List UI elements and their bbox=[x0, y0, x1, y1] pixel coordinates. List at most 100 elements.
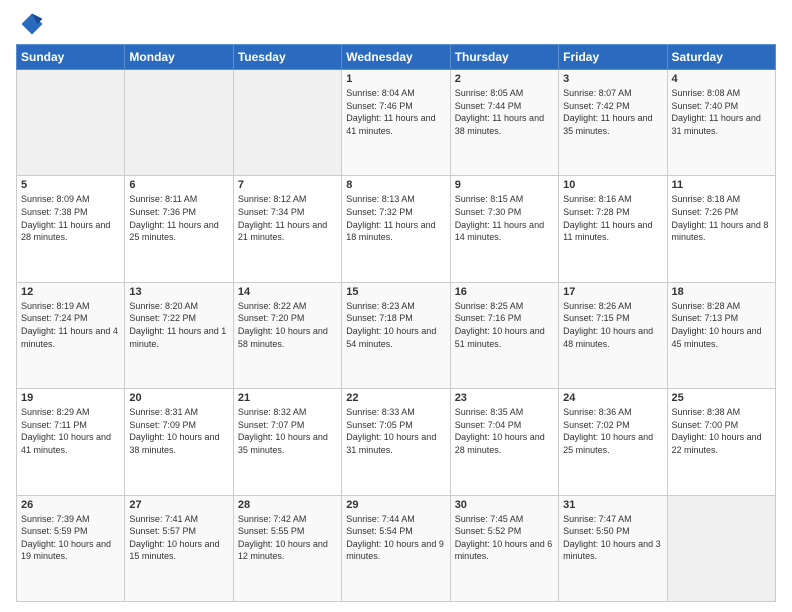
day-header-thursday: Thursday bbox=[450, 45, 558, 70]
day-number: 25 bbox=[672, 392, 771, 404]
day-number: 5 bbox=[21, 179, 120, 191]
cell-info: Sunrise: 7:42 AMSunset: 5:55 PMDaylight:… bbox=[238, 514, 328, 562]
calendar-cell: 14Sunrise: 8:22 AMSunset: 7:20 PMDayligh… bbox=[233, 282, 341, 388]
logo bbox=[16, 10, 48, 38]
calendar-cell: 3 Sunrise: 8:07 AMSunset: 7:42 PMDaylight… bbox=[559, 70, 667, 176]
day-number: 22 bbox=[346, 392, 445, 404]
calendar-cell: 9 Sunrise: 8:15 AMSunset: 7:30 PMDaylight… bbox=[450, 176, 558, 282]
cell-info: Sunrise: 8:19 AMSunset: 7:24 PMDaylight:… bbox=[21, 301, 118, 349]
day-header-sunday: Sunday bbox=[17, 45, 125, 70]
cell-info: Sunrise: 7:44 AMSunset: 5:54 PMDaylight:… bbox=[346, 514, 444, 562]
day-number: 27 bbox=[129, 499, 228, 511]
calendar-cell: 16 Sunrise: 8:25 AMSunset: 7:16 PMDayligh… bbox=[450, 282, 558, 388]
logo-icon bbox=[18, 10, 46, 38]
calendar-cell: 6 Sunrise: 8:11 AMSunset: 7:36 PMDaylight… bbox=[125, 176, 233, 282]
calendar-cell: 10 Sunrise: 8:16 AMSunset: 7:28 PMDayligh… bbox=[559, 176, 667, 282]
day-number: 4 bbox=[672, 73, 771, 85]
day-number: 16 bbox=[455, 286, 554, 298]
calendar-week-1: 1Sunrise: 8:04 AMSunset: 7:46 PMDaylight… bbox=[17, 70, 776, 176]
calendar-cell: 29 Sunrise: 7:44 AMSunset: 5:54 PMDayligh… bbox=[342, 495, 450, 601]
day-number: 17 bbox=[563, 286, 662, 298]
day-number: 29 bbox=[346, 499, 445, 511]
calendar-cell: 27 Sunrise: 7:41 AMSunset: 5:57 PMDayligh… bbox=[125, 495, 233, 601]
cell-info: Sunrise: 7:47 AMSunset: 5:50 PMDaylight:… bbox=[563, 514, 661, 562]
calendar-cell: 11 Sunrise: 8:18 AMSunset: 7:26 PMDayligh… bbox=[667, 176, 775, 282]
calendar-cell: 17 Sunrise: 8:26 AMSunset: 7:15 PMDayligh… bbox=[559, 282, 667, 388]
calendar-cell: 1Sunrise: 8:04 AMSunset: 7:46 PMDaylight… bbox=[342, 70, 450, 176]
cell-info: Sunrise: 8:05 AMSunset: 7:44 PMDaylight:… bbox=[455, 88, 544, 136]
calendar-cell: 4 Sunrise: 8:08 AMSunset: 7:40 PMDaylight… bbox=[667, 70, 775, 176]
calendar-cell: 19Sunrise: 8:29 AMSunset: 7:11 PMDayligh… bbox=[17, 389, 125, 495]
day-number: 14 bbox=[238, 286, 337, 298]
calendar-cell bbox=[233, 70, 341, 176]
calendar-cell: 8Sunrise: 8:13 AMSunset: 7:32 PMDaylight… bbox=[342, 176, 450, 282]
cell-info: Sunrise: 8:26 AMSunset: 7:15 PMDaylight:… bbox=[563, 301, 653, 349]
cell-info: Sunrise: 8:18 AMSunset: 7:26 PMDaylight:… bbox=[672, 194, 769, 242]
calendar-cell: 25 Sunrise: 8:38 AMSunset: 7:00 PMDayligh… bbox=[667, 389, 775, 495]
day-number: 12 bbox=[21, 286, 120, 298]
calendar-cell: 7Sunrise: 8:12 AMSunset: 7:34 PMDaylight… bbox=[233, 176, 341, 282]
calendar-cell: 12 Sunrise: 8:19 AMSunset: 7:24 PMDayligh… bbox=[17, 282, 125, 388]
day-number: 18 bbox=[672, 286, 771, 298]
cell-info: Sunrise: 8:20 AMSunset: 7:22 PMDaylight:… bbox=[129, 301, 226, 349]
day-number: 2 bbox=[455, 73, 554, 85]
calendar-week-3: 12 Sunrise: 8:19 AMSunset: 7:24 PMDayligh… bbox=[17, 282, 776, 388]
cell-info: Sunrise: 7:45 AMSunset: 5:52 PMDaylight:… bbox=[455, 514, 553, 562]
cell-info: Sunrise: 8:36 AMSunset: 7:02 PMDaylight:… bbox=[563, 407, 653, 455]
calendar-cell: 22 Sunrise: 8:33 AMSunset: 7:05 PMDayligh… bbox=[342, 389, 450, 495]
calendar-cell: 15 Sunrise: 8:23 AMSunset: 7:18 PMDayligh… bbox=[342, 282, 450, 388]
cell-info: Sunrise: 8:33 AMSunset: 7:05 PMDaylight:… bbox=[346, 407, 436, 455]
day-number: 11 bbox=[672, 179, 771, 191]
day-number: 31 bbox=[563, 499, 662, 511]
day-number: 9 bbox=[455, 179, 554, 191]
cell-info: Sunrise: 8:12 AMSunset: 7:34 PMDaylight:… bbox=[238, 194, 327, 242]
day-number: 15 bbox=[346, 286, 445, 298]
calendar-cell: 23Sunrise: 8:35 AMSunset: 7:04 PMDayligh… bbox=[450, 389, 558, 495]
day-header-friday: Friday bbox=[559, 45, 667, 70]
cell-info: Sunrise: 8:38 AMSunset: 7:00 PMDaylight:… bbox=[672, 407, 762, 455]
page-header bbox=[16, 10, 776, 38]
day-header-monday: Monday bbox=[125, 45, 233, 70]
day-number: 8 bbox=[346, 179, 445, 191]
cell-info: Sunrise: 8:07 AMSunset: 7:42 PMDaylight:… bbox=[563, 88, 652, 136]
calendar-cell: 20Sunrise: 8:31 AMSunset: 7:09 PMDayligh… bbox=[125, 389, 233, 495]
cell-info: Sunrise: 7:41 AMSunset: 5:57 PMDaylight:… bbox=[129, 514, 219, 562]
calendar-week-4: 19Sunrise: 8:29 AMSunset: 7:11 PMDayligh… bbox=[17, 389, 776, 495]
day-header-tuesday: Tuesday bbox=[233, 45, 341, 70]
cell-info: Sunrise: 8:31 AMSunset: 7:09 PMDaylight:… bbox=[129, 407, 219, 455]
calendar-header-row: SundayMondayTuesdayWednesdayThursdayFrid… bbox=[17, 45, 776, 70]
cell-info: Sunrise: 7:39 AMSunset: 5:59 PMDaylight:… bbox=[21, 514, 111, 562]
cell-info: Sunrise: 8:23 AMSunset: 7:18 PMDaylight:… bbox=[346, 301, 436, 349]
calendar-cell: 24 Sunrise: 8:36 AMSunset: 7:02 PMDayligh… bbox=[559, 389, 667, 495]
calendar-cell: 2 Sunrise: 8:05 AMSunset: 7:44 PMDaylight… bbox=[450, 70, 558, 176]
day-number: 30 bbox=[455, 499, 554, 511]
cell-info: Sunrise: 8:08 AMSunset: 7:40 PMDaylight:… bbox=[672, 88, 761, 136]
day-header-saturday: Saturday bbox=[667, 45, 775, 70]
calendar-cell: 30 Sunrise: 7:45 AMSunset: 5:52 PMDayligh… bbox=[450, 495, 558, 601]
day-number: 26 bbox=[21, 499, 120, 511]
cell-info: Sunrise: 8:32 AMSunset: 7:07 PMDaylight:… bbox=[238, 407, 328, 455]
calendar-cell bbox=[125, 70, 233, 176]
day-number: 1 bbox=[346, 73, 445, 85]
day-number: 23 bbox=[455, 392, 554, 404]
calendar-cell: 31 Sunrise: 7:47 AMSunset: 5:50 PMDayligh… bbox=[559, 495, 667, 601]
calendar-cell: 21 Sunrise: 8:32 AMSunset: 7:07 PMDayligh… bbox=[233, 389, 341, 495]
calendar-cell: 18Sunrise: 8:28 AMSunset: 7:13 PMDayligh… bbox=[667, 282, 775, 388]
day-number: 24 bbox=[563, 392, 662, 404]
day-number: 6 bbox=[129, 179, 228, 191]
cell-info: Sunrise: 8:16 AMSunset: 7:28 PMDaylight:… bbox=[563, 194, 652, 242]
day-number: 13 bbox=[129, 286, 228, 298]
day-number: 21 bbox=[238, 392, 337, 404]
day-number: 10 bbox=[563, 179, 662, 191]
cell-info: Sunrise: 8:15 AMSunset: 7:30 PMDaylight:… bbox=[455, 194, 544, 242]
day-number: 3 bbox=[563, 73, 662, 85]
calendar-week-2: 5Sunrise: 8:09 AMSunset: 7:38 PMDaylight… bbox=[17, 176, 776, 282]
cell-info: Sunrise: 8:29 AMSunset: 7:11 PMDaylight:… bbox=[21, 407, 111, 455]
calendar-cell bbox=[667, 495, 775, 601]
calendar-cell: 13 Sunrise: 8:20 AMSunset: 7:22 PMDayligh… bbox=[125, 282, 233, 388]
cell-info: Sunrise: 8:11 AMSunset: 7:36 PMDaylight:… bbox=[129, 194, 218, 242]
cell-info: Sunrise: 8:25 AMSunset: 7:16 PMDaylight:… bbox=[455, 301, 545, 349]
calendar-cell: 5Sunrise: 8:09 AMSunset: 7:38 PMDaylight… bbox=[17, 176, 125, 282]
calendar-cell bbox=[17, 70, 125, 176]
calendar-table: SundayMondayTuesdayWednesdayThursdayFrid… bbox=[16, 44, 776, 602]
